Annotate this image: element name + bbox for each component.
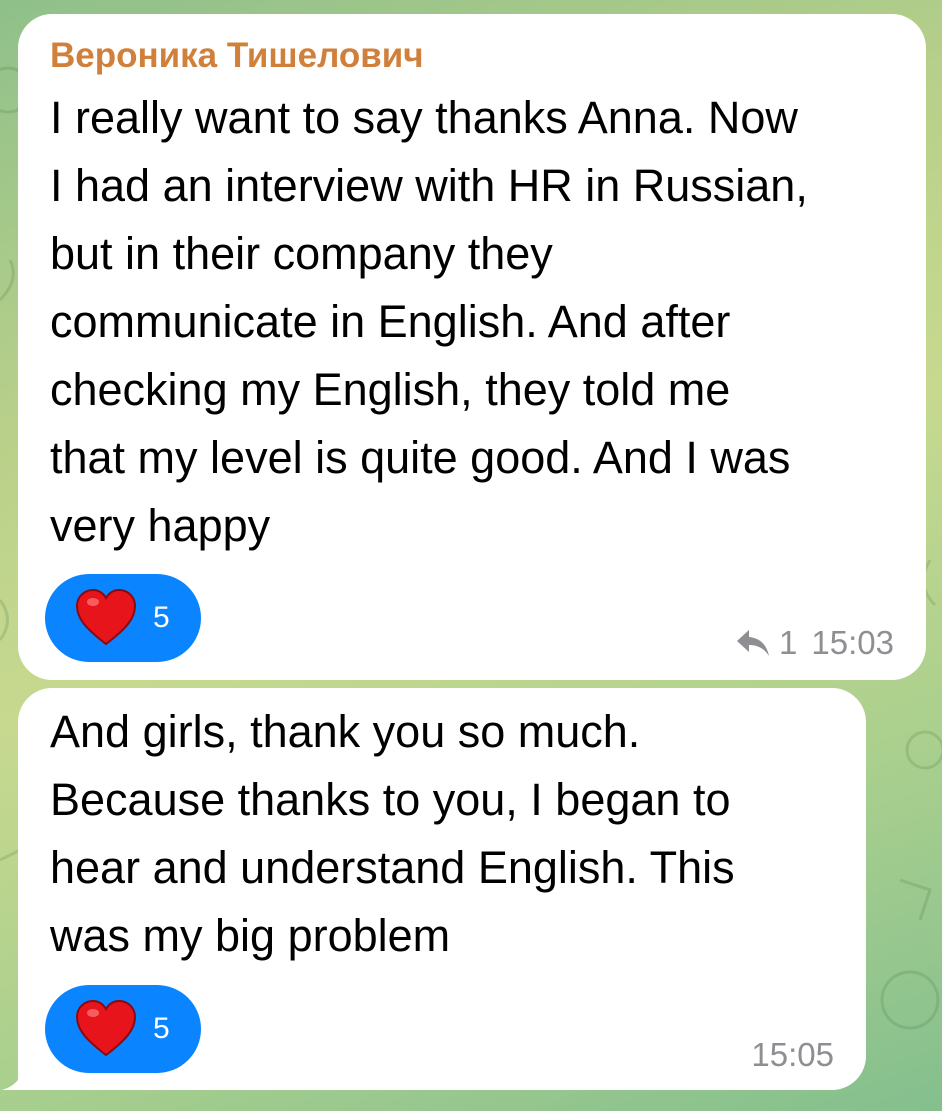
bubble-tail: [2, 1058, 42, 1090]
heart-icon: [75, 999, 137, 1057]
message-text: And girls, thank you so much. Because th…: [50, 706, 735, 961]
sender-name[interactable]: Вероника Тишелович: [50, 36, 424, 76]
message-text: I really want to say thanks Anna. Now I …: [50, 92, 808, 551]
reply-count[interactable]: 1: [779, 624, 797, 662]
reaction-count: 5: [153, 601, 170, 634]
message-time: 15:05: [751, 1036, 834, 1073]
reaction-count: 5: [153, 1012, 170, 1045]
heart-reaction-button[interactable]: 5: [45, 574, 201, 662]
reply-icon[interactable]: [735, 628, 771, 658]
message-time: 15:03: [811, 624, 894, 661]
message-bubble[interactable]: And girls, thank you so much. Because th…: [18, 688, 866, 1090]
message-meta: 1 15:03: [735, 624, 894, 662]
message-meta: 15:05: [751, 1036, 834, 1074]
message-bubble[interactable]: Вероника Тишелович I really want to say …: [18, 14, 926, 680]
heart-reaction-button[interactable]: 5: [45, 985, 201, 1073]
heart-icon: [75, 588, 137, 646]
